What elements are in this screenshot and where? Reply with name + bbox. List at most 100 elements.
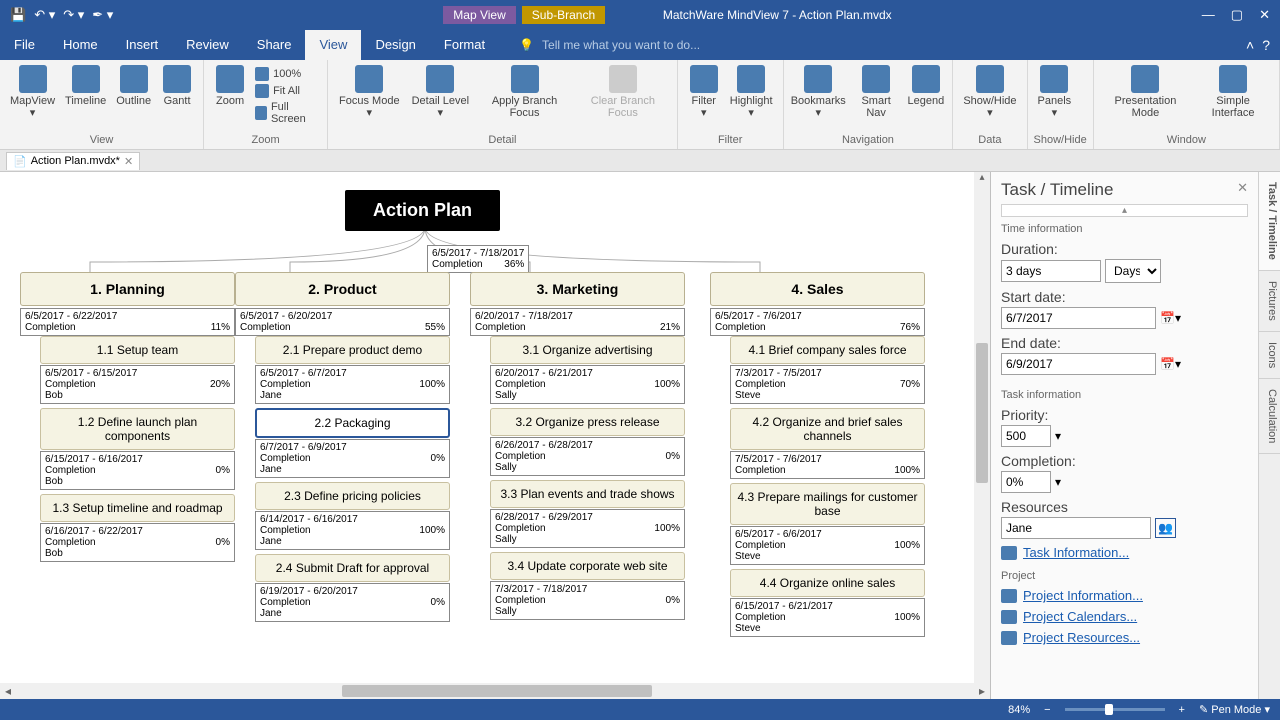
zoom-100-button[interactable]: 100% bbox=[252, 66, 321, 82]
side-tab-pictures[interactable]: Pictures bbox=[1259, 271, 1280, 332]
smart-nav-button[interactable]: Smart Nav bbox=[849, 63, 904, 121]
project-section: Project bbox=[1001, 570, 1248, 582]
pen-mode-button[interactable]: ✎ Pen Mode ▾ bbox=[1199, 703, 1270, 716]
zoom-button[interactable]: Zoom bbox=[210, 63, 250, 109]
project-calendars-link[interactable]: Project Calendars... bbox=[1001, 609, 1248, 624]
panel-collapser[interactable]: ▴ bbox=[1001, 204, 1248, 217]
side-tab-calculation[interactable]: Calculation bbox=[1259, 379, 1280, 454]
root-node[interactable]: Action Plan bbox=[345, 190, 500, 231]
calendar-icon[interactable]: 📅▾ bbox=[1160, 311, 1181, 325]
side-tab-icons[interactable]: Icons bbox=[1259, 332, 1280, 379]
simple-interface-button[interactable]: Simple Interface bbox=[1193, 63, 1273, 121]
task-node[interactable]: 2.3 Define pricing policies bbox=[255, 482, 450, 510]
full-screen-button[interactable]: Full Screen bbox=[252, 100, 321, 126]
redo-icon[interactable]: ↷ ▾ bbox=[63, 7, 84, 23]
task-info: 6/15/2017 - 6/16/2017 Completion0% Bob bbox=[40, 451, 235, 490]
panels-button[interactable]: Panels▾ bbox=[1034, 63, 1076, 121]
project-resources-link[interactable]: Project Resources... bbox=[1001, 630, 1248, 645]
help-icon[interactable]: ? bbox=[1262, 37, 1270, 53]
duration-input[interactable] bbox=[1001, 260, 1101, 282]
tab-file[interactable]: File bbox=[0, 30, 49, 60]
tab-share[interactable]: Share bbox=[243, 30, 306, 60]
legend-button[interactable]: Legend bbox=[905, 63, 946, 109]
task-node[interactable]: 4.2 Organize and brief sales channels bbox=[730, 408, 925, 450]
task-node[interactable]: 3.2 Organize press release bbox=[490, 408, 685, 436]
minimize-icon[interactable]: — bbox=[1202, 7, 1215, 23]
start-date-input[interactable] bbox=[1001, 307, 1156, 329]
task-node[interactable]: 1.2 Define launch plan components bbox=[40, 408, 235, 450]
task-node[interactable]: 2.2 Packaging bbox=[255, 408, 450, 438]
focus-mode-button[interactable]: Focus Mode ▾ bbox=[334, 63, 404, 121]
gantt-button[interactable]: Gantt bbox=[157, 63, 197, 109]
group-detail-label: Detail bbox=[334, 134, 671, 148]
completion-input[interactable] bbox=[1001, 471, 1051, 493]
bookmarks-button[interactable]: Bookmarks▾ bbox=[790, 63, 847, 121]
tell-me-search[interactable]: 💡Tell me what you want to do... bbox=[499, 30, 1246, 60]
vertical-scrollbar[interactable]: ▴ bbox=[974, 172, 990, 683]
task-timeline-panel: Task / Timeline✕ ▴ Time information Dura… bbox=[990, 172, 1280, 699]
duration-unit-select[interactable]: Days bbox=[1105, 259, 1161, 283]
task-node[interactable]: 1.3 Setup timeline and roadmap bbox=[40, 494, 235, 522]
tab-home[interactable]: Home bbox=[49, 30, 112, 60]
calendar-icon[interactable]: 📅▾ bbox=[1160, 357, 1181, 371]
task-node[interactable]: 1.1 Setup team bbox=[40, 336, 235, 364]
detail-level-button[interactable]: Detail Level ▾ bbox=[407, 63, 475, 121]
outline-button[interactable]: Outline bbox=[112, 63, 155, 109]
branch-head[interactable]: 3. Marketing bbox=[470, 272, 685, 306]
undo-icon[interactable]: ↶ ▾ bbox=[34, 7, 55, 23]
zoom-slider[interactable] bbox=[1065, 708, 1165, 711]
close-icon[interactable]: ✕ bbox=[1259, 7, 1270, 23]
doc-icon: 📄 bbox=[13, 155, 27, 168]
collapse-ribbon-icon[interactable]: ˄ bbox=[1246, 37, 1254, 53]
branch-head[interactable]: 4. Sales bbox=[710, 272, 925, 306]
task-node[interactable]: 4.1 Brief company sales force bbox=[730, 336, 925, 364]
fit-all-button[interactable]: Fit All bbox=[252, 83, 321, 99]
priority-label: Priority: bbox=[1001, 407, 1248, 423]
group-nav-label: Navigation bbox=[790, 134, 947, 148]
showhide-data-button[interactable]: Show/Hide▾ bbox=[959, 63, 1020, 121]
context-tab-subbranch[interactable]: Sub-Branch bbox=[522, 6, 605, 24]
resources-input[interactable] bbox=[1001, 517, 1151, 539]
side-tab-task-timeline[interactable]: Task / Timeline bbox=[1259, 172, 1280, 271]
task-node[interactable]: 3.1 Organize advertising bbox=[490, 336, 685, 364]
branch-column: 4. Sales 6/5/2017 - 7/6/2017 Completion7… bbox=[710, 272, 925, 641]
priority-input[interactable] bbox=[1001, 425, 1051, 447]
document-tab[interactable]: 📄 Action Plan.mvdx* ✕ bbox=[6, 152, 140, 170]
tab-insert[interactable]: Insert bbox=[112, 30, 173, 60]
project-information-link[interactable]: Project Information... bbox=[1001, 588, 1248, 603]
timeline-button[interactable]: Timeline bbox=[61, 63, 110, 109]
close-panel-icon[interactable]: ✕ bbox=[1237, 180, 1248, 200]
window-title: MatchWare MindView 7 - Action Plan.mvdx bbox=[663, 8, 892, 22]
filter-button[interactable]: Filter▾ bbox=[684, 63, 724, 121]
tab-view[interactable]: View bbox=[305, 30, 361, 60]
tab-review[interactable]: Review bbox=[172, 30, 243, 60]
task-node[interactable]: 4.3 Prepare mailings for customer base bbox=[730, 483, 925, 525]
save-icon[interactable]: 💾 bbox=[10, 7, 26, 23]
tab-design[interactable]: Design bbox=[361, 30, 429, 60]
end-date-input[interactable] bbox=[1001, 353, 1156, 375]
map-canvas[interactable]: Action Plan 6/5/2017 - 7/18/2017 Complet… bbox=[0, 172, 990, 699]
task-node[interactable]: 3.3 Plan events and trade shows bbox=[490, 480, 685, 508]
style-icon[interactable]: ✒ ▾ bbox=[92, 7, 113, 23]
highlight-button[interactable]: Highlight▾ bbox=[726, 63, 777, 121]
presentation-mode-button[interactable]: Presentation Mode bbox=[1100, 63, 1191, 121]
zoom-in-icon[interactable]: + bbox=[1179, 704, 1185, 716]
ribbon: MapView▾ Timeline Outline Gantt View Zoo… bbox=[0, 60, 1280, 150]
task-node[interactable]: 2.1 Prepare product demo bbox=[255, 336, 450, 364]
branch-head[interactable]: 2. Product bbox=[235, 272, 450, 306]
task-information-link[interactable]: Task Information... bbox=[1001, 545, 1248, 560]
task-info: 6/16/2017 - 6/22/2017 Completion0% Bob bbox=[40, 523, 235, 562]
close-doc-icon[interactable]: ✕ bbox=[124, 155, 133, 168]
apply-branch-focus-button[interactable]: Apply Branch Focus bbox=[476, 63, 573, 121]
context-tab-mapview[interactable]: Map View bbox=[443, 6, 515, 24]
task-node[interactable]: 4.4 Organize online sales bbox=[730, 569, 925, 597]
resources-icon[interactable]: 👥 bbox=[1155, 518, 1176, 538]
mapview-button[interactable]: MapView▾ bbox=[6, 63, 59, 121]
task-node[interactable]: 2.4 Submit Draft for approval bbox=[255, 554, 450, 582]
horizontal-scrollbar[interactable]: ◂▸ bbox=[0, 683, 990, 699]
branch-head[interactable]: 1. Planning bbox=[20, 272, 235, 306]
zoom-out-icon[interactable]: − bbox=[1044, 704, 1050, 716]
task-node[interactable]: 3.4 Update corporate web site bbox=[490, 552, 685, 580]
maximize-icon[interactable]: ▢ bbox=[1231, 7, 1243, 23]
tab-format[interactable]: Format bbox=[430, 30, 499, 60]
